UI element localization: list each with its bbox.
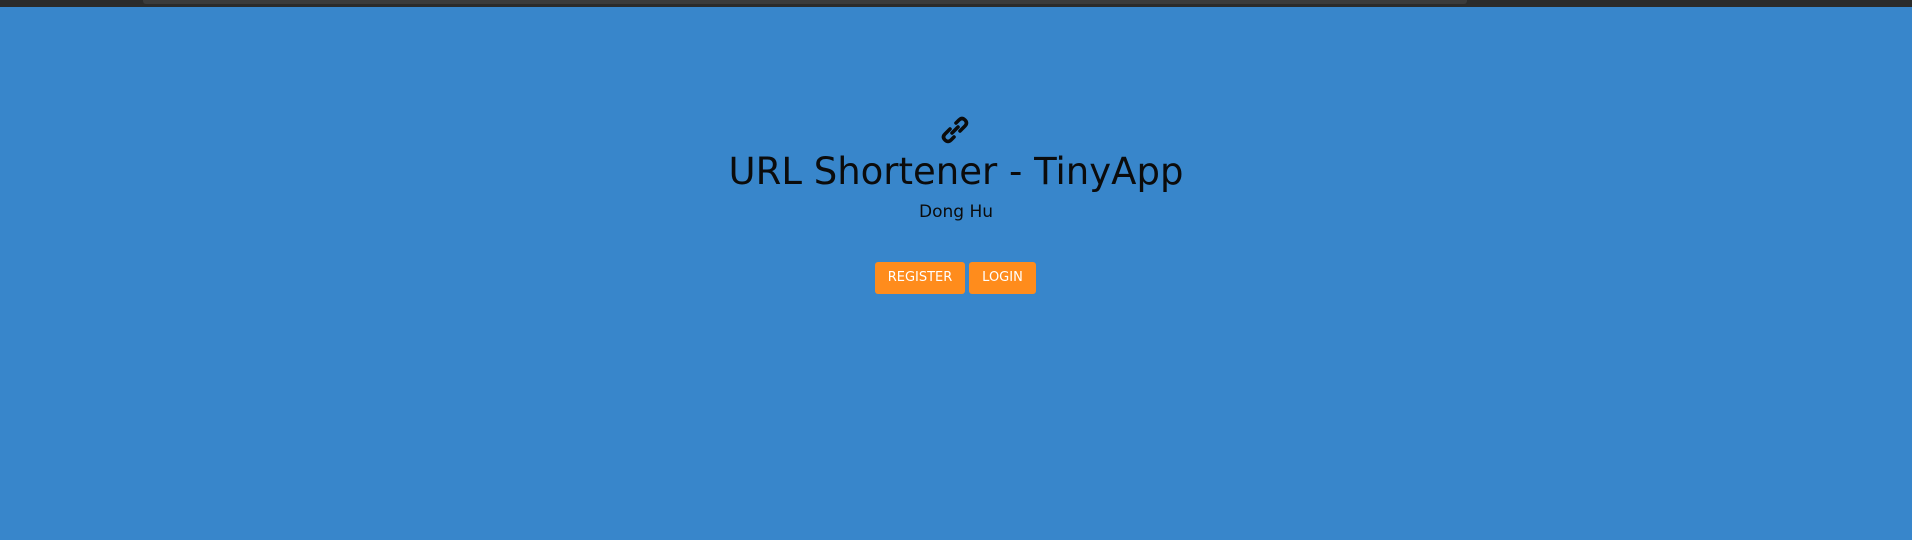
author-name: Dong Hu [918,202,994,222]
auth-actions: REGISTER LOGIN [875,262,1036,294]
browser-tab-strip [143,0,1467,4]
register-button[interactable]: REGISTER [875,262,965,294]
link-icon [940,114,970,146]
login-button[interactable]: LOGIN [969,262,1036,294]
browser-top-bar [0,0,1912,7]
page-title: URL Shortener - TinyApp [728,150,1184,193]
